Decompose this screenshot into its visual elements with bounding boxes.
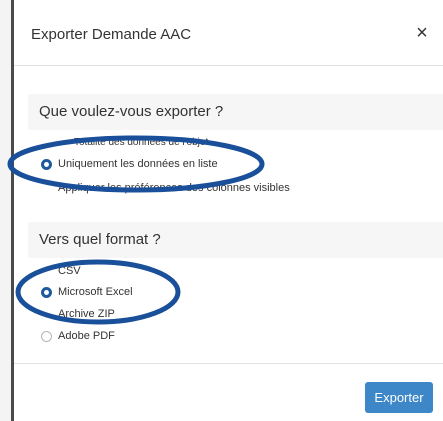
export-content-section-header: Que voulez-vous exporter ? (28, 94, 443, 130)
export-content-heading: Que voulez-vous exporter ? (39, 103, 224, 120)
option-visible-columns[interactable]: Appliquer les préférences des colonnes v… (58, 182, 290, 194)
dialog-footer: Exporter (14, 363, 443, 421)
option-visible-columns-label: Appliquer les préférences des colonnes v… (58, 182, 290, 194)
option-excel-label: Microsoft Excel (58, 286, 133, 298)
option-list-data-label: Uniquement les données en liste (58, 158, 218, 170)
export-dialog: Exporter Demande AAC × Que voulez-vous e… (14, 0, 443, 421)
option-excel[interactable]: Microsoft Excel (58, 286, 133, 298)
format-heading: Vers quel format ? (39, 231, 161, 248)
format-section-header: Vers quel format ? (28, 222, 443, 258)
export-button[interactable]: Exporter (365, 382, 433, 413)
background-page-edge (0, 0, 14, 421)
option-csv-label: CSV (58, 265, 81, 277)
option-pdf-label: Adobe PDF (58, 330, 115, 342)
option-pdf[interactable]: Adobe PDF (58, 330, 115, 342)
option-zip[interactable]: Archive ZIP (58, 308, 115, 320)
close-icon[interactable]: × (409, 20, 435, 46)
option-all-data-label: Totalité des données de l'objet (74, 137, 209, 148)
dialog-title: Exporter Demande AAC (31, 26, 192, 43)
option-excel-radio[interactable] (41, 287, 52, 298)
option-zip-label: Archive ZIP (58, 308, 115, 320)
option-all-data[interactable]: Totalité des données de l'objet (74, 137, 208, 148)
dialog-header: Exporter Demande AAC × (14, 0, 443, 66)
option-list-data[interactable]: Uniquement les données en liste (58, 158, 218, 170)
option-csv[interactable]: CSV (58, 265, 81, 277)
option-pdf-radio[interactable] (41, 331, 52, 342)
option-list-data-radio[interactable] (41, 159, 52, 170)
